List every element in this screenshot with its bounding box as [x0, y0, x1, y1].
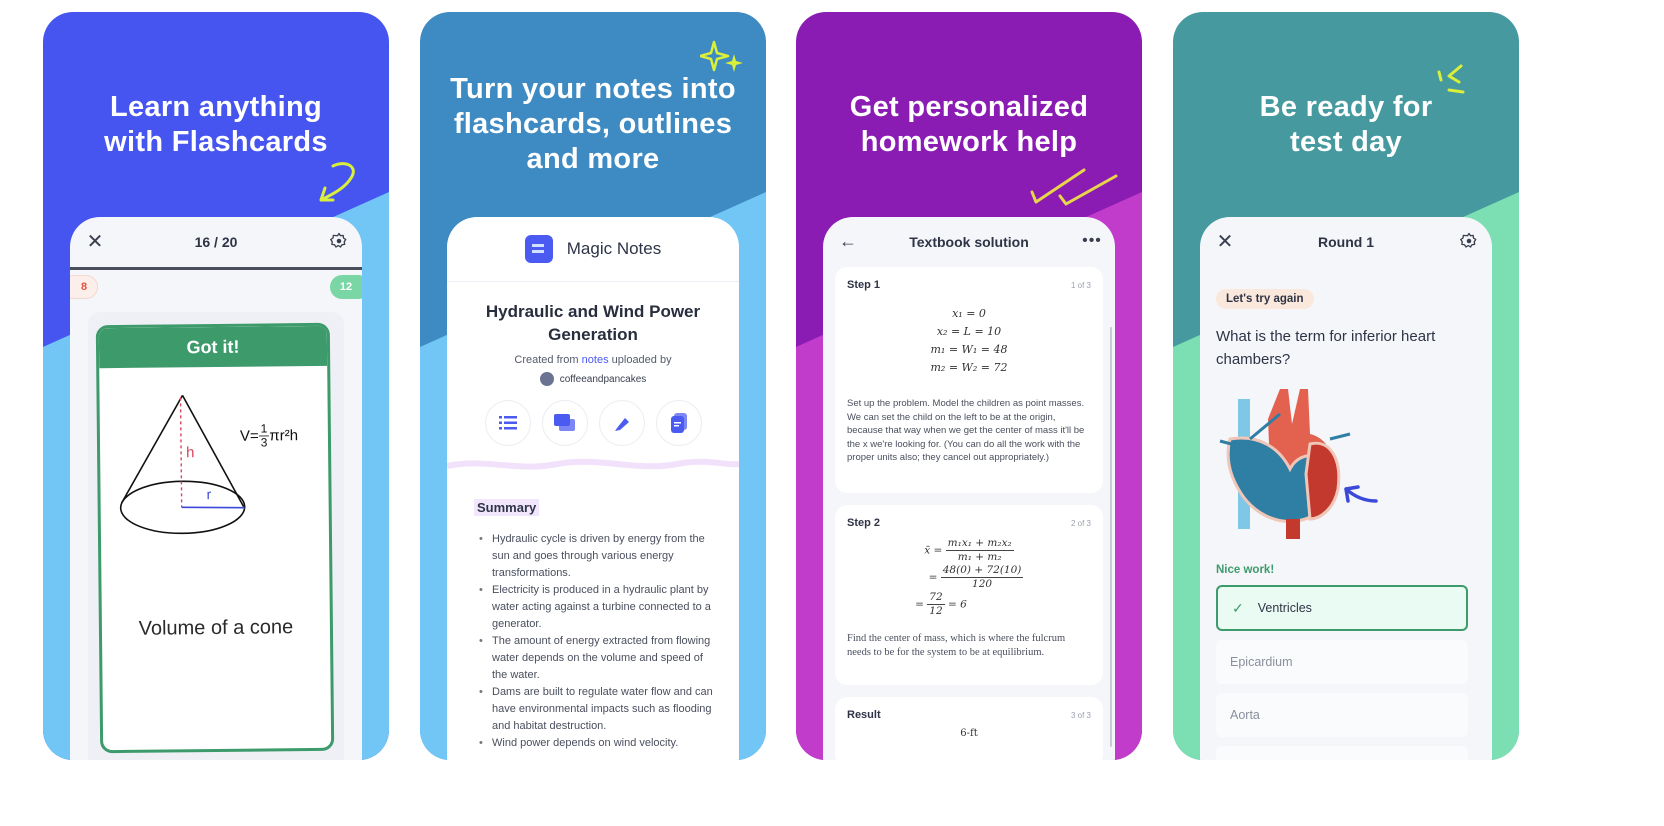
flashcards-icon[interactable] [541, 400, 588, 446]
doodle-arrow-icon [319, 162, 355, 202]
screenshot-panel-homework-help: Get personalized homework help ← Textboo… [796, 12, 1142, 760]
headline: Turn your notes into flashcards, outline… [450, 73, 736, 175]
solution-step-1: Step 11 of 3 x₁ = 0 x₂ = L = 10 m₁ = W₁ … [835, 267, 1103, 493]
question-text: What is the term for inferior heart cham… [1216, 328, 1436, 368]
summary-item: Dams are built to regulate water flow an… [479, 684, 719, 735]
summary-item: Wind power depends on wind velocity. [479, 735, 719, 752]
step-explanation: Find the center of mass, which is where … [847, 633, 1066, 658]
summary-item: Hydraulic cycle is driven by energy from… [479, 531, 719, 582]
solution-header: ← Textbook solution ••• [823, 217, 1115, 267]
still-learning-count: 8 [70, 275, 98, 299]
document-title: Hydraulic and Wind Power Generation [485, 302, 701, 344]
headline: Get personalized homework help [849, 91, 1089, 158]
phone-screen: ✕ 16 / 20 8 12 Got it! h r V= 1 3 πr²h V… [70, 217, 362, 760]
more-icon[interactable]: ••• [1081, 230, 1103, 252]
app-title: Magic Notes [566, 239, 662, 258]
highlighter-icon[interactable] [598, 400, 645, 446]
magic-notes-logo-icon [524, 235, 553, 263]
uploader[interactable]: coffeeandpancakes [447, 372, 739, 386]
answer-option[interactable] [1216, 746, 1468, 760]
summary-heading: Summary [474, 499, 540, 516]
solution-step-2: Step 22 of 3 x̄ = m₁x₁ + m₂x₂ m₁ + m₂ = 4… [835, 505, 1103, 685]
card-status: Got it! [98, 325, 328, 369]
card-progress: 16 / 20 [194, 234, 238, 250]
avatar [539, 372, 554, 386]
gear-icon[interactable] [1458, 230, 1480, 252]
step-math: x₁ = 0 x₂ = L = 10 m₁ = W₁ = 48 m₂ = W₂ … [930, 307, 1008, 374]
flashcard[interactable]: Got it! h r V= 13 πr²h Volume of a cone [95, 322, 335, 754]
height-label: h [186, 444, 195, 461]
answer-option-correct[interactable]: ✓ Ventricles [1216, 585, 1468, 631]
close-icon[interactable]: ✕ [1214, 230, 1236, 253]
screenshot-panel-flashcards: Learn anything with Flashcards ✕ 16 / 20… [43, 12, 389, 760]
phone-screen: ✕ Round 1 Let's try again What is the te… [1200, 217, 1492, 760]
created-from: Created from notes uploaded by [514, 354, 672, 366]
step-explanation: Set up the problem. Model the children a… [847, 398, 1085, 463]
magic-notes-header: Magic Notes [447, 217, 739, 282]
scrollbar[interactable] [1110, 327, 1112, 747]
document-icon[interactable] [655, 400, 702, 446]
doodle-emphasis-icon [1437, 64, 1465, 94]
summary-item: Electricity is produced in a hydraulic p… [479, 582, 719, 633]
step-counter: 2 of 3 [1070, 518, 1091, 528]
solution-result: Result 3 of 3 6-ft [835, 697, 1103, 760]
formula: V= 13 πr²h [239, 421, 299, 450]
answer-option[interactable]: Epicardium [1216, 640, 1468, 684]
step-counter: 1 of 3 [1070, 280, 1091, 290]
feedback-badge: Let's try again [1216, 289, 1314, 309]
phone-screen: ← Textbook solution ••• Step 11 of 3 x₁ … [823, 217, 1115, 760]
gear-icon[interactable] [328, 230, 350, 252]
result-value: 6-ft [960, 728, 978, 739]
card-stack: Got it! h r V= 13 πr²h Volume of a cone [88, 312, 344, 760]
headline: Learn anything with Flashcards [104, 91, 328, 158]
divider-squiggle [447, 458, 739, 470]
summary-item: The amount of energy extracted from flow… [479, 633, 719, 684]
cone-diagram: h r [119, 394, 246, 535]
screenshot-panel-magic-notes: Turn your notes into flashcards, outline… [420, 12, 766, 760]
flashcards-header: ✕ 16 / 20 [70, 217, 362, 267]
close-icon[interactable]: ✕ [84, 230, 106, 253]
summary-list: Hydraulic cycle is driven by energy from… [479, 531, 719, 752]
know-count: 12 [330, 275, 362, 299]
study-tools [447, 400, 739, 446]
progress-bar [70, 267, 362, 270]
round-title: Round 1 [1318, 234, 1374, 250]
step-counter: 3 of 3 [1070, 710, 1091, 720]
step-math: x̄ = m₁x₁ + m₂x₂ m₁ + m₂ = 48(0) + 72(10)… [915, 537, 1024, 617]
card-term: Volume of a cone [138, 616, 294, 640]
phone-screen: Magic Notes Hydraulic and Wind Power Gen… [447, 217, 739, 760]
solution-title: Textbook solution [909, 234, 1029, 250]
checkmark-icon: ✓ [1232, 599, 1244, 616]
arrow-left-icon[interactable]: ← [837, 230, 859, 252]
doodle-checkmarks-icon [1030, 168, 1118, 206]
answer-option[interactable]: Aorta [1216, 693, 1468, 737]
screenshot-panel-test-prep: Be ready for test day ✕ Round 1 Let's tr… [1173, 12, 1519, 760]
outline-icon[interactable] [484, 400, 531, 446]
heart-illustration [1219, 389, 1378, 539]
sparkle-icon [700, 40, 743, 72]
learn-header: ✕ Round 1 [1200, 217, 1492, 267]
notes-link[interactable]: notes [582, 354, 609, 366]
result-label: Nice work! [1216, 564, 1275, 576]
radius-label: r [206, 486, 211, 502]
